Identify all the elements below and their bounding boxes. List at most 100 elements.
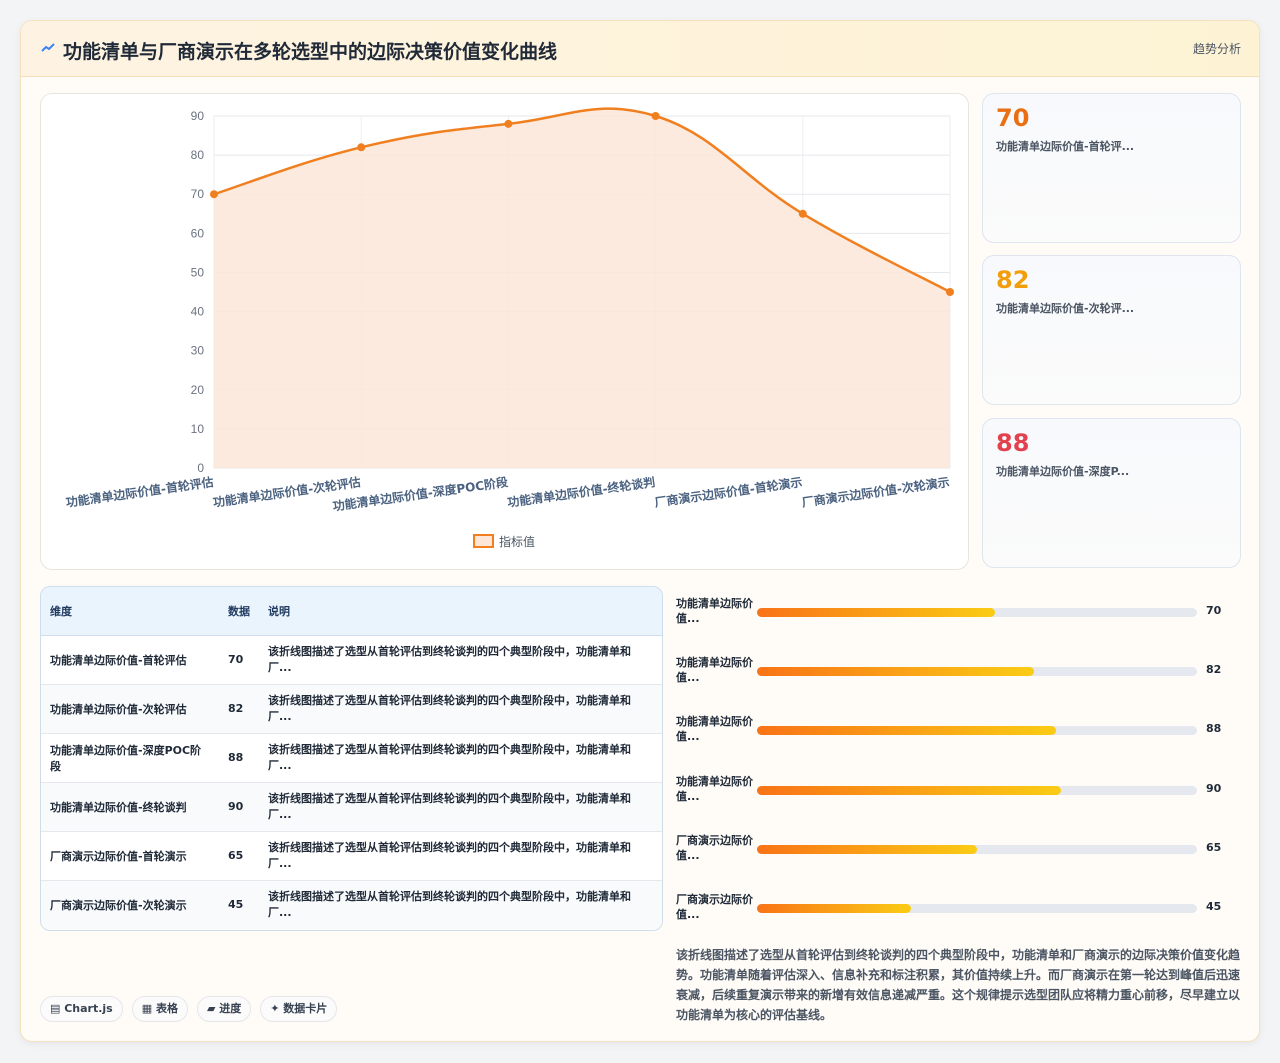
line-chart-panel: 0 10 20 30 40 50 60 70 80 90 功能清单边际价值-首轮评估 功能清单边际价值… <box>40 93 969 570</box>
cell-dim: 功能清单边际价值-深度POC阶段 <box>41 733 219 783</box>
header-val: 数据 <box>219 587 259 636</box>
progress-track <box>757 785 1197 795</box>
header: 功能清单与厂商演示在多轮选型中的边际决策价值变化曲线 趋势分析 <box>21 21 1259 77</box>
data-point[interactable] <box>504 119 513 128</box>
progress-label: 功能清单边际价值... <box>676 774 753 803</box>
stat-label: 功能清单边际价值-首轮评... <box>996 140 1135 153</box>
table-chip[interactable]: ▦ 表格 <box>131 996 188 1022</box>
progress-value: 88 <box>1206 722 1222 736</box>
y-tick-label: 20 <box>191 383 205 397</box>
stat-card: 88 功能清单边际价值-深度P... <box>982 418 1241 568</box>
y-tick-label: 10 <box>191 422 205 436</box>
cell-desc-text: 该折线图描述了选型从首轮评估到终轮谈判的四个典型阶段中，功能清单和厂... <box>268 693 631 723</box>
cell-desc: 该折线图描述了选型从首轮评估到终轮谈判的四个典型阶段中，功能清单和厂... <box>259 733 662 783</box>
cell-val: 70 <box>219 635 259 685</box>
cell-desc-text: 该折线图描述了选型从首轮评估到终轮谈判的四个典型阶段中，功能清单和厂... <box>268 644 631 674</box>
y-tick-label: 30 <box>191 344 205 358</box>
progress-chip[interactable]: ▰ 进度 <box>196 996 252 1022</box>
stat-card: 70 功能清单边际价值-首轮评... <box>982 93 1241 243</box>
data-card-chip[interactable]: ✦ 数据卡片 <box>260 996 338 1022</box>
header-dim: 维度 <box>41 587 219 636</box>
y-tick-label: 70 <box>191 187 205 201</box>
y-tick-label: 90 <box>191 109 205 123</box>
progress-fill <box>757 726 1057 736</box>
y-tick-label: 80 <box>191 148 205 162</box>
cell-desc: 该折线图描述了选型从首轮评估到终轮谈判的四个典型阶段中，功能清单和厂... <box>259 635 662 685</box>
data-point[interactable] <box>798 209 807 218</box>
table-row: 功能清单边际价值-深度POC阶段 88 该折线图描述了选型从首轮评估到终轮谈判的四个… <box>41 733 662 783</box>
data-table: 维度 数据 说明 功能清单边际价值-首轮评估 70 该折线图描述了选型从首轮评估到终… <box>40 586 663 931</box>
progress-label: 厂商演示边际价值... <box>676 893 753 921</box>
summary-text: 该折线图描述了选型从首轮评估到终轮谈判的四个典型阶段中，功能清单和厂商演示的边际… <box>676 948 1241 1022</box>
progress-value: 45 <box>1206 900 1222 913</box>
cell-val: 45 <box>228 898 244 912</box>
legend-label[interactable]: 指标值 <box>499 534 535 549</box>
table-row: 功能清单边际价值-次轮评估 82 该折线图描述了选型从首轮评估到终轮谈判的四个典型阶… <box>41 684 662 734</box>
table-header-row: 维度 数据 说明 <box>41 587 662 636</box>
analysis-tag: 趋势分析 <box>1192 42 1241 56</box>
cell-dim: 功能清单边际价值-次轮评估 <box>41 684 219 734</box>
table-row: 功能清单边际价值-终轮谈判 90 该折线图描述了选型从首轮评估到终轮谈判的四个典型阶… <box>41 782 662 832</box>
progress-track <box>757 904 1197 913</box>
progress-row: 功能清单边际价值... 90 <box>676 771 1241 807</box>
cell-desc-text: 该折线图描述了选型从首轮评估到终轮谈判的四个典型阶段中，功能清单和厂... <box>268 791 631 821</box>
progress-fill <box>757 608 995 617</box>
progress-track <box>757 667 1197 677</box>
trend-line-icon <box>41 43 55 52</box>
progress-label: 功能清单边际价值... <box>676 597 753 625</box>
cell-dim: 功能清单边际价值-首轮评估 <box>41 635 219 685</box>
progress-value: 65 <box>1206 840 1222 854</box>
progress-label: 厂商演示边际价值... <box>676 833 753 862</box>
progress-label: 功能清单边际价值... <box>676 656 753 685</box>
progress-track <box>757 844 1197 854</box>
y-tick-label: 60 <box>191 226 205 240</box>
stat-label: 功能清单边际价值-次轮评... <box>996 302 1135 315</box>
cell-dim: 功能清单边际价值-终轮谈判 <box>41 782 219 832</box>
data-point[interactable] <box>210 190 218 199</box>
progress-row: 厂商演示边际价值... 45 <box>676 889 1241 925</box>
progress-value: 82 <box>1206 663 1222 677</box>
data-point[interactable] <box>946 288 954 296</box>
progress-row: 功能清单边际价值... 82 <box>676 652 1241 688</box>
progress-track <box>757 726 1197 736</box>
progress-fill <box>757 667 1035 677</box>
data-point[interactable] <box>357 143 366 152</box>
table-row: 厂商演示边际价值-首轮演示 65 该折线图描述了选型从首轮评估到终轮谈判的四个典型阶… <box>41 831 662 881</box>
stat-value: 70 <box>996 104 1030 132</box>
y-tick-label: 50 <box>191 265 205 279</box>
data-point[interactable] <box>651 112 660 120</box>
x-tick-label: 功能清单边际价值-首轮评估 <box>65 474 215 510</box>
progress-fill <box>757 785 1061 795</box>
line-chart: 0 10 20 30 40 50 60 70 80 90 功能清单边际价值-首轮评估 功能清单边际价值… <box>65 107 954 549</box>
chartjs-chip[interactable]: ▤ Chart.js <box>40 996 123 1022</box>
cell-val: 82 <box>219 684 259 734</box>
cell-dim: 厂商演示边际价值-首轮演示 <box>41 831 219 881</box>
progress-value: 90 <box>1206 781 1222 795</box>
progress-row: 厂商演示边际价值... 65 <box>676 830 1241 866</box>
cell-desc: 该折线图描述了选型从首轮评估到终轮谈判的四个典型阶段中，功能清单和厂... <box>259 880 662 929</box>
feature-chips: ▤ Chart.js ▦ 表格 ▰ 进度 ✦ 数据卡片 <box>40 996 338 1022</box>
cell-desc: 该折线图描述了选型从首轮评估到终轮谈判的四个典型阶段中，功能清单和厂... <box>259 684 662 734</box>
stat-value: 82 <box>996 266 1030 294</box>
cell-desc-text: 该折线图描述了选型从首轮评估到终轮谈判的四个典型阶段中，功能清单和厂... <box>268 889 631 919</box>
x-tick-label: 厂商演示边际价值-次轮演示 <box>801 474 951 510</box>
x-tick-label: 厂商演示边际价值-首轮演示 <box>654 474 804 510</box>
legend-swatch <box>473 534 494 548</box>
progress-fill <box>757 844 977 854</box>
stat-value: 88 <box>996 429 1030 457</box>
x-tick-label: 功能清单边际价值-终轮谈判 <box>506 474 656 510</box>
dashboard-card: 功能清单与厂商演示在多轮选型中的边际决策价值变化曲线 趋势分析 0 10 20 30 4… <box>20 20 1260 1042</box>
y-tick-label: 40 <box>191 305 205 319</box>
cell-val: 90 <box>219 782 259 832</box>
cell-desc-text: 该折线图描述了选型从首轮评估到终轮谈判的四个典型阶段中，功能清单和厂... <box>268 840 631 870</box>
table-row: 功能清单边际价值-首轮评估 70 该折线图描述了选型从首轮评估到终轮谈判的四个典型阶… <box>41 635 662 685</box>
progress-fill <box>757 904 911 913</box>
cell-desc: 该折线图描述了选型从首轮评估到终轮谈判的四个典型阶段中，功能清单和厂... <box>259 831 662 881</box>
stat-label: 功能清单边际价值-深度P... <box>996 465 1130 478</box>
stat-card: 82 功能清单边际价值-次轮评... <box>982 255 1241 405</box>
cell-desc-text: 该折线图描述了选型从首轮评估到终轮谈判的四个典型阶段中，功能清单和厂... <box>268 742 631 772</box>
header-desc: 说明 <box>259 587 662 636</box>
page-title: 功能清单与厂商演示在多轮选型中的边际决策价值变化曲线 <box>63 41 558 63</box>
progress-track <box>757 608 1197 617</box>
y-tick-label: 0 <box>197 461 204 475</box>
